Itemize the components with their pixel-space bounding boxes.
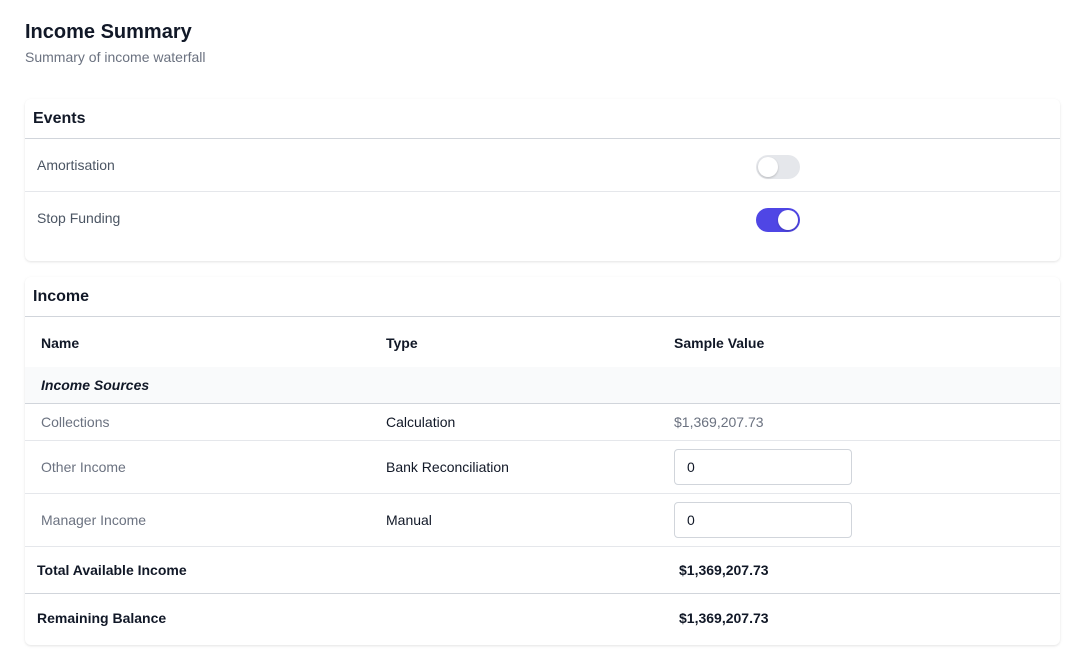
remaining-value: $1,369,207.73 [679, 609, 769, 626]
row-type: Bank Reconciliation [386, 459, 509, 475]
table-header: Name Type Sample Value [25, 318, 1060, 368]
page-title: Income Summary [25, 21, 192, 43]
page-subtitle: Summary of income waterfall [25, 49, 206, 65]
event-row-amortisation: Amortisation [25, 139, 1060, 192]
table-row: Manager Income Manual [25, 494, 1060, 547]
toggle-knob [758, 157, 778, 177]
income-title: Income [25, 277, 1060, 317]
row-value-cell [674, 494, 852, 546]
manager-income-input[interactable] [674, 502, 852, 538]
toggle-knob [778, 210, 798, 230]
total-value: $1,369,207.73 [679, 562, 769, 578]
amortisation-toggle[interactable] [756, 155, 800, 179]
row-value-cell [674, 441, 852, 493]
income-card: Income Name Type Sample Value Income Sou… [25, 277, 1060, 645]
table-row: Collections Calculation $1,369,207.73 [25, 404, 1060, 441]
events-card: Events Amortisation Stop Funding [25, 99, 1060, 261]
row-name: Other Income [41, 459, 126, 475]
row-name: Collections [41, 414, 110, 430]
total-label: Total Available Income [37, 562, 187, 578]
other-income-input[interactable] [674, 449, 852, 485]
events-title: Events [25, 99, 1060, 139]
event-label: Amortisation [37, 157, 115, 173]
row-name: Manager Income [41, 512, 147, 528]
group-label: Income Sources [41, 377, 150, 393]
total-available-income-row: Total Available Income $1,369,207.73 [25, 547, 1060, 594]
table-row: Other Income Bank Reconciliation [25, 441, 1060, 494]
row-type: Calculation [386, 414, 456, 430]
group-row-income-sources: Income Sources [25, 367, 1060, 404]
event-row-stop-funding: Stop Funding [25, 192, 1060, 245]
column-header-name: Name [41, 334, 80, 351]
row-value: $1,369,207.73 [674, 414, 764, 430]
column-header-sample-value: Sample Value [674, 334, 765, 351]
remaining-balance-row: Remaining Balance $1,369,207.73 [25, 594, 1060, 641]
column-header-type: Type [386, 334, 418, 351]
event-label: Stop Funding [37, 210, 121, 226]
row-type: Manual [386, 512, 432, 528]
page-header: Income Summary Summary of income waterfa… [25, 19, 206, 66]
stop-funding-toggle[interactable] [756, 208, 800, 232]
remaining-label: Remaining Balance [37, 609, 167, 626]
